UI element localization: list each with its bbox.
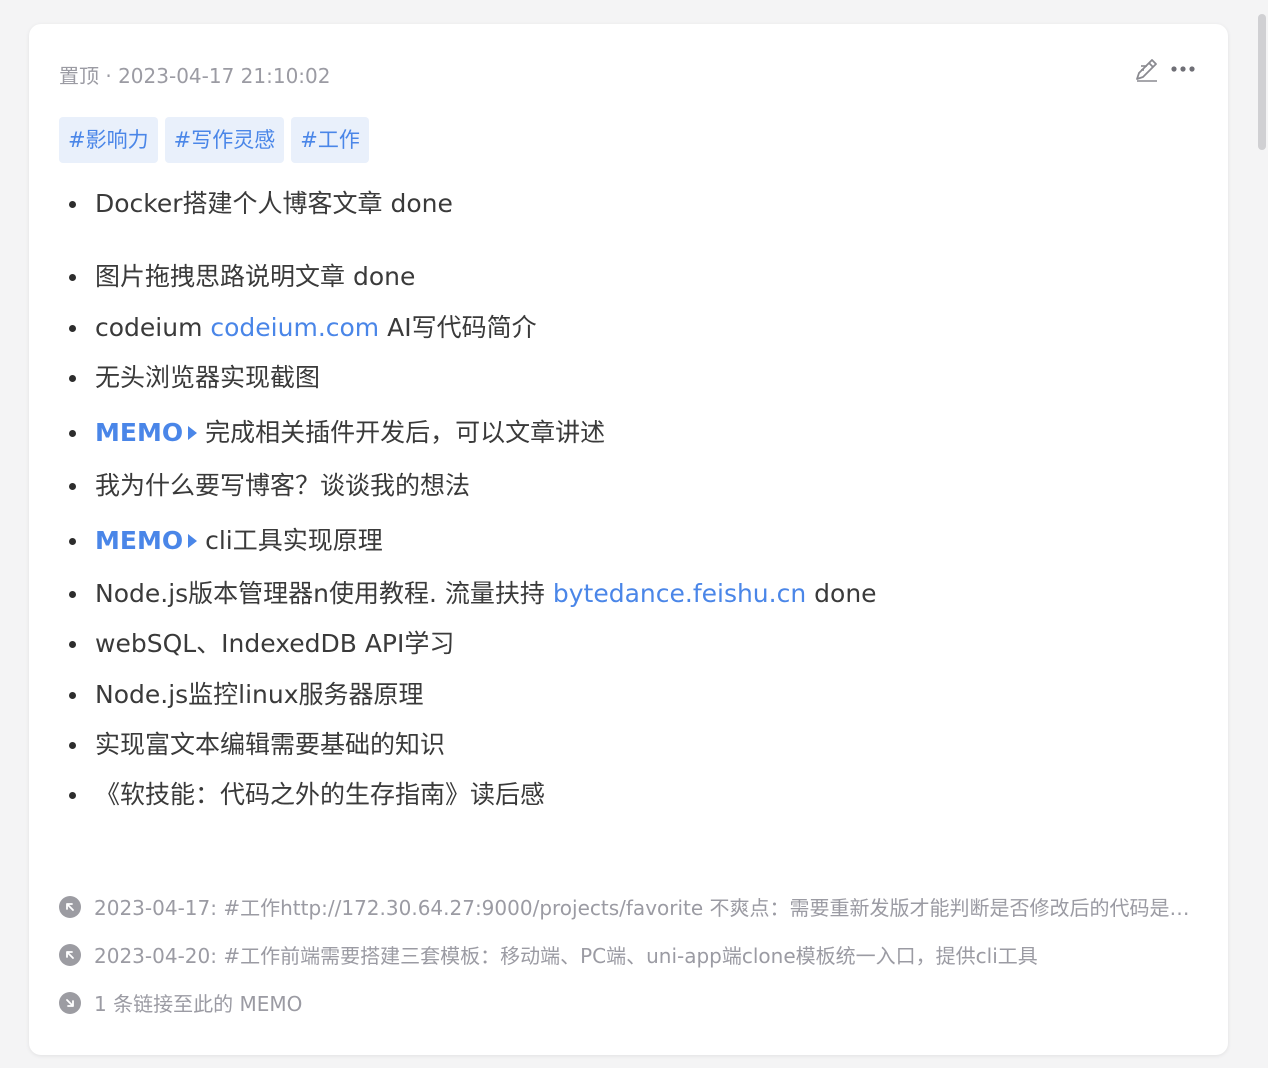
reference-item[interactable]: 2023-04-17: #工作http://172.30.64.27:9000/… xyxy=(59,892,1190,921)
meta-separator: · xyxy=(99,64,119,88)
list-item: codeium codeium.com AI写代码简介 xyxy=(69,313,537,342)
arrow-up-left-icon xyxy=(59,943,81,966)
reference-text: 2023-04-17: #工作http://172.30.64.27:9000/… xyxy=(94,896,1190,920)
memo-reference-link[interactable]: MEMO xyxy=(95,526,205,555)
list-item: 图片拖拽思路说明文章 done xyxy=(68,262,416,291)
codeium-link[interactable]: codeium.com xyxy=(210,313,379,342)
reference-item[interactable]: 2023-04-20: #工作前端需要搭建三套模板：移动端、PC端、uni-ap… xyxy=(59,940,1038,969)
caret-right-icon xyxy=(188,426,198,440)
memo-reference-link[interactable]: MEMO xyxy=(95,418,205,447)
list-item: Docker搭建个人博客文章 done xyxy=(69,189,453,218)
feishu-link[interactable]: bytedance.feishu.cn xyxy=(553,579,806,608)
backlink-text: 1 条链接至此的 MEMO xyxy=(94,992,303,1016)
edit-icon xyxy=(1136,59,1157,82)
list-item: Node.js版本管理器n使用教程. 流量扶持 bytedance.feishu… xyxy=(69,579,877,608)
memo-timestamp: 2023-04-17 21:10:02 xyxy=(118,64,331,88)
list-item: 实现富文本编辑需要基础的知识 xyxy=(68,730,446,759)
list-item: 我为什么要写博客？谈谈我的想法 xyxy=(68,471,471,500)
tag-work[interactable]: #工作 xyxy=(291,117,369,163)
list-item: 无头浏览器实现截图 xyxy=(68,363,321,392)
memo-meta: 置顶 · 2023-04-17 21:10:02 xyxy=(59,60,331,89)
pinned-label: 置顶 xyxy=(59,64,99,88)
more-button[interactable] xyxy=(1168,54,1198,84)
list-item: MEMO cli工具实现原理 xyxy=(69,526,383,555)
list-item: webSQL、IndexedDB API学习 xyxy=(68,629,455,658)
tag-list: #影响力 #写作灵感 #工作 xyxy=(59,117,369,163)
list-item: Node.js监控linux服务器原理 xyxy=(69,680,424,709)
list-item: 《软技能：代码之外的生存指南》读后感 xyxy=(68,780,546,809)
memo-actions xyxy=(1132,54,1198,84)
reference-text: 2023-04-20: #工作前端需要搭建三套模板：移动端、PC端、uni-ap… xyxy=(94,944,1038,968)
edit-button[interactable] xyxy=(1132,54,1162,84)
caret-right-icon xyxy=(188,534,198,548)
more-icon xyxy=(1171,66,1195,72)
tag-influence[interactable]: #影响力 xyxy=(59,117,158,163)
memo-card: 置顶 · 2023-04-17 21:10:02 #影响力 #写作灵感 #工作 … xyxy=(29,24,1228,1055)
arrow-up-left-icon xyxy=(59,895,81,918)
list-item: MEMO 完成相关插件开发后，可以文章讲述 xyxy=(68,418,606,447)
arrow-down-right-icon xyxy=(59,991,81,1014)
backlink-item[interactable]: 1 条链接至此的 MEMO xyxy=(59,988,302,1017)
page-scrollbar[interactable] xyxy=(1258,14,1266,150)
tag-writing-inspiration[interactable]: #写作灵感 xyxy=(164,117,285,163)
